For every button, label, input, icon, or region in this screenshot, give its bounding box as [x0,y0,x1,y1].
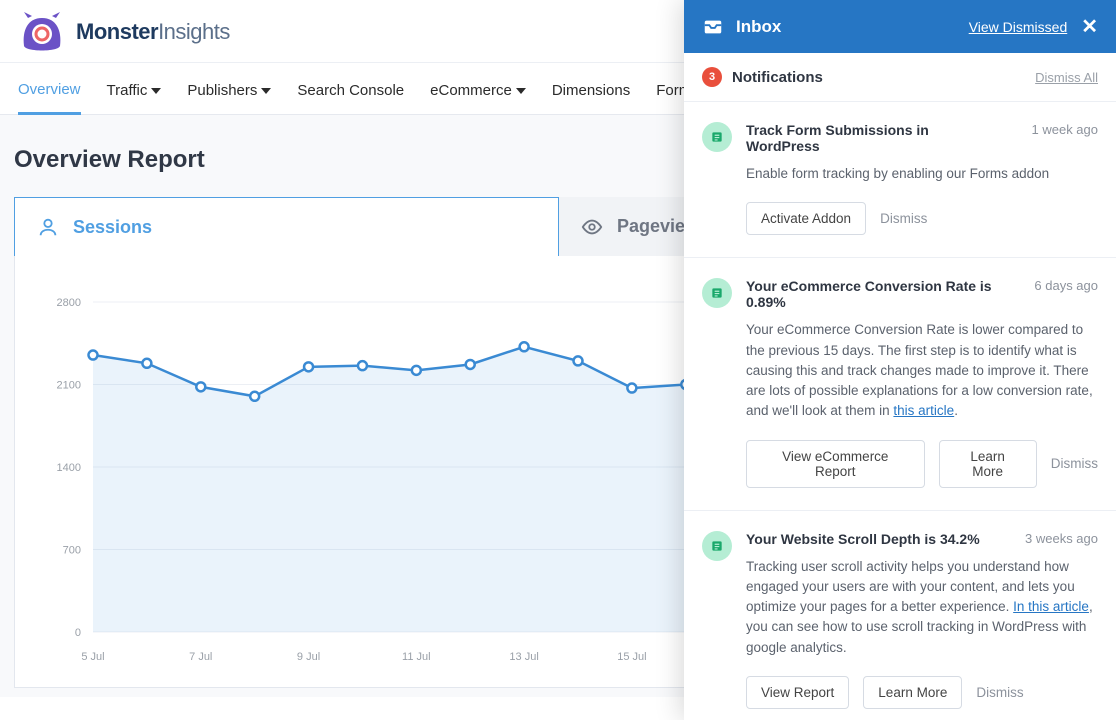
tab-sessions-label: Sessions [73,217,152,238]
notification-title: Track Form Submissions in WordPress [746,122,996,154]
nav-tab-label: Publishers [187,82,257,99]
notification-count-badge: 3 [702,67,722,87]
dismiss-all-link[interactable]: Dismiss All [1035,70,1098,85]
notification-action-button[interactable]: Learn More [939,440,1037,488]
dismiss-link[interactable]: Dismiss [880,211,927,226]
notification-link[interactable]: In this article [1013,599,1089,614]
notification-title: Your eCommerce Conversion Rate is 0.89% [746,278,996,310]
svg-text:5 Jul: 5 Jul [81,651,104,663]
inbox-subheader: 3 Notifications Dismiss All [684,53,1116,102]
brand-mascot-icon [18,10,66,54]
nav-tab-label: Search Console [297,82,404,99]
nav-tab-traffic[interactable]: Traffic [107,63,162,114]
notification-date: 3 weeks ago [1025,531,1098,547]
inbox-panel: Inbox View Dismissed ✕ 3 Notifications D… [684,0,1116,720]
svg-text:9 Jul: 9 Jul [297,651,320,663]
nav-tab-dimensions[interactable]: Dimensions [552,63,630,114]
svg-text:1400: 1400 [57,462,81,474]
inbox-title: Inbox [736,17,781,37]
notifications-label: Notifications [732,69,823,86]
svg-text:13 Jul: 13 Jul [509,651,538,663]
notification-icon [702,278,732,308]
notification-date: 1 week ago [1032,122,1099,154]
notification-icon [702,531,732,561]
notification-item: Your eCommerce Conversion Rate is 0.89% 6… [684,258,1116,510]
brand-name-1: Monster [76,19,158,44]
nav-tab-label: eCommerce [430,82,512,99]
svg-text:15 Jul: 15 Jul [617,651,646,663]
nav-tab-search-console[interactable]: Search Console [297,63,404,114]
notification-actions: View Report Learn More Dismiss [746,676,1098,709]
nav-tab-ecommerce[interactable]: eCommerce [430,63,526,114]
svg-text:7 Jul: 7 Jul [189,651,212,663]
notification-date: 6 days ago [1034,278,1098,310]
notification-title: Your Website Scroll Depth is 34.2% [746,531,980,547]
svg-text:2100: 2100 [57,380,81,392]
nav-tab-label: Traffic [107,82,148,99]
notification-item: Your Website Scroll Depth is 34.2% 3 week… [684,511,1116,720]
chevron-down-icon [516,88,526,94]
notification-description: Your eCommerce Conversion Rate is lower … [746,320,1098,421]
brand-name-2: Insights [158,19,230,44]
eye-icon [581,216,603,238]
nav-tab-label: Dimensions [552,82,630,99]
chevron-down-icon [151,88,161,94]
tab-sessions[interactable]: Sessions [14,197,559,256]
close-icon[interactable]: ✕ [1081,14,1098,39]
notification-action-button[interactable]: View eCommerce Report [746,440,925,488]
notification-list[interactable]: Track Form Submissions in WordPress 1 wee… [684,102,1116,720]
notification-action-button[interactable]: Learn More [863,676,962,709]
notification-actions: View eCommerce Report Learn More Dismiss [746,440,1098,488]
notification-action-button[interactable]: Activate Addon [746,202,866,235]
dismiss-link[interactable]: Dismiss [976,685,1023,700]
view-dismissed-link[interactable]: View Dismissed [969,19,1068,35]
notification-description: Tracking user scroll activity helps you … [746,557,1098,658]
dismiss-link[interactable]: Dismiss [1051,456,1098,471]
page-title: Overview Report [14,146,205,174]
brand-logo: MonsterInsights [18,10,230,54]
svg-text:0: 0 [75,627,81,639]
svg-text:700: 700 [63,545,81,557]
nav-tab-label: Overview [18,81,81,98]
notification-icon [702,122,732,152]
svg-text:11 Jul: 11 Jul [402,651,431,663]
notification-action-button[interactable]: View Report [746,676,849,709]
notification-item: Track Form Submissions in WordPress 1 wee… [684,102,1116,258]
nav-tab-publishers[interactable]: Publishers [187,63,271,114]
inbox-icon [702,16,724,38]
notification-actions: Activate Addon Dismiss [746,202,1098,235]
nav-tab-overview[interactable]: Overview [18,63,81,115]
notification-link[interactable]: this article [893,403,954,418]
notification-description: Enable form tracking by enabling our For… [746,164,1098,184]
chevron-down-icon [261,88,271,94]
svg-text:2800: 2800 [57,297,81,309]
user-icon [37,216,59,238]
inbox-header: Inbox View Dismissed ✕ [684,0,1116,53]
